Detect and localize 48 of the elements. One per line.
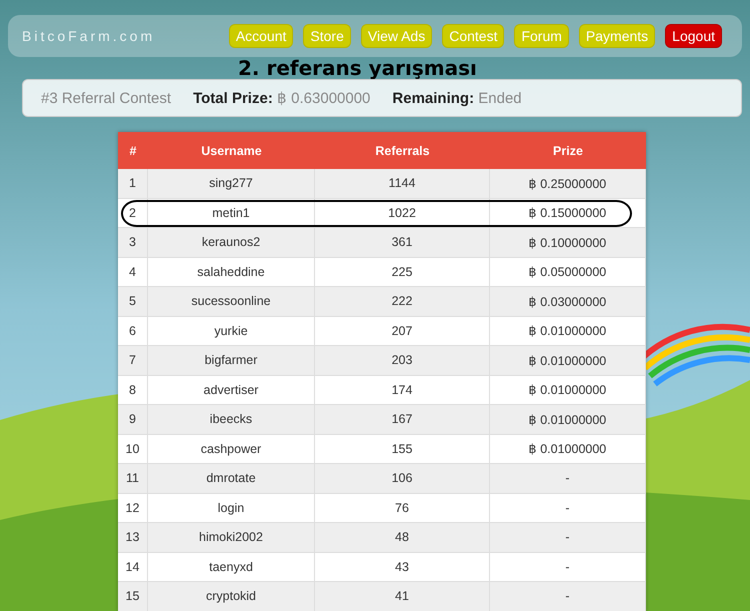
contest-title: #3 Referral Contest bbox=[41, 90, 172, 106]
referrals-cell: 106 bbox=[315, 464, 490, 494]
prize-cell: ฿ 0.01000000 bbox=[490, 346, 646, 376]
prize-cell: ฿ 0.01000000 bbox=[490, 405, 646, 434]
referrals-cell: 361 bbox=[315, 228, 490, 258]
logout-button[interactable]: Logout bbox=[665, 24, 722, 48]
rank-cell: 1 bbox=[118, 169, 148, 198]
rank-cell: 5 bbox=[118, 287, 148, 316]
username-cell: cryptokid bbox=[148, 582, 315, 611]
referrals-cell: 48 bbox=[315, 523, 490, 552]
referrals-cell: 1144 bbox=[315, 169, 490, 198]
prize-cell: ฿ 0.25000000 bbox=[490, 169, 646, 198]
prize-cell: - bbox=[490, 582, 646, 611]
referrals-cell: 167 bbox=[315, 405, 490, 434]
prize-cell: - bbox=[490, 464, 646, 494]
username-cell: ibeecks bbox=[148, 405, 315, 434]
rank-cell: 9 bbox=[118, 405, 148, 434]
column-header: # bbox=[128, 142, 138, 160]
username-cell: sucessoonline bbox=[148, 287, 315, 316]
site-logo[interactable]: BitcoFarm.com bbox=[22, 28, 156, 44]
referrals-cell: 222 bbox=[315, 287, 490, 316]
prize-cell: - bbox=[490, 523, 646, 552]
nav-button[interactable]: View Ads bbox=[360, 24, 432, 48]
nav-button[interactable]: Account bbox=[228, 24, 294, 48]
rank-cell: 3 bbox=[118, 228, 148, 258]
username-cell: himoki2002 bbox=[148, 523, 315, 552]
nav-button[interactable]: Contest bbox=[442, 24, 504, 48]
referrals-cell: 203 bbox=[315, 346, 490, 376]
username-cell: sing277 bbox=[148, 169, 315, 198]
rank-cell: 11 bbox=[118, 464, 148, 494]
username-cell: bigfarmer bbox=[148, 346, 315, 376]
referrals-cell: 41 bbox=[315, 582, 490, 611]
nav-button[interactable]: Payments bbox=[578, 24, 656, 48]
rank-cell: 15 bbox=[118, 582, 148, 611]
column-header: Prize bbox=[552, 142, 584, 160]
rank-cell: 13 bbox=[118, 523, 148, 552]
username-cell: dmrotate bbox=[148, 464, 315, 494]
nav-button[interactable]: Store bbox=[303, 24, 351, 48]
column-header: Username bbox=[200, 142, 263, 160]
prize-cell: ฿ 0.03000000 bbox=[490, 287, 646, 316]
nav-button[interactable]: Forum bbox=[514, 24, 569, 48]
total-prize: Total Prize: ฿ 0.63000000 bbox=[193, 89, 370, 107]
column-header: Referrals bbox=[374, 142, 431, 160]
prize-cell: ฿ 0.10000000 bbox=[490, 228, 646, 258]
annotation-text: 2. referans yarışması bbox=[238, 57, 478, 79]
username-cell: keraunos2 bbox=[148, 228, 315, 258]
rank-cell: 7 bbox=[118, 346, 148, 376]
remaining-status: Remaining: Ended bbox=[392, 90, 522, 106]
